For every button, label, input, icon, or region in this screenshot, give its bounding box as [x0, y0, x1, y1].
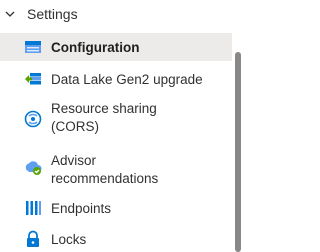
nav-item-label: Resource sharing — [51, 101, 157, 116]
chevron-down-icon — [5, 11, 15, 17]
endpoints-icon — [26, 201, 41, 215]
nav-item-locks[interactable]: Locks — [0, 226, 232, 252]
nav-item-label-line2: (CORS) — [51, 119, 99, 134]
nav-item-configuration[interactable]: Configuration — [0, 33, 232, 61]
nav-item-label: Configuration — [51, 40, 140, 55]
lock-icon — [27, 230, 39, 247]
nav-item-label: Endpoints — [51, 201, 112, 216]
settings-group-header[interactable]: Settings — [0, 0, 232, 30]
nav-item-resource-sharing-cors[interactable]: Resource sharing (CORS) — [0, 98, 232, 136]
nav-item-advisor-recommendations[interactable]: Advisor recommendations — [0, 150, 232, 188]
configuration-icon — [25, 41, 41, 53]
nav-item-label-line2: recommendations — [51, 171, 159, 186]
advisor-icon — [25, 161, 42, 175]
scrollbar-thumb[interactable] — [235, 52, 241, 252]
settings-group-label: Settings — [27, 6, 78, 22]
upgrade-icon — [25, 73, 41, 85]
nav-item-label: Advisor — [51, 153, 97, 168]
nav-item-label: Data Lake Gen2 upgrade — [51, 72, 203, 87]
nav-item-data-lake-gen2-upgrade[interactable]: Data Lake Gen2 upgrade — [0, 65, 232, 93]
scrollbar[interactable] — [232, 0, 244, 252]
nav-item-label: Locks — [51, 232, 87, 247]
nav-item-endpoints[interactable]: Endpoints — [0, 194, 232, 222]
cors-icon — [24, 110, 42, 128]
